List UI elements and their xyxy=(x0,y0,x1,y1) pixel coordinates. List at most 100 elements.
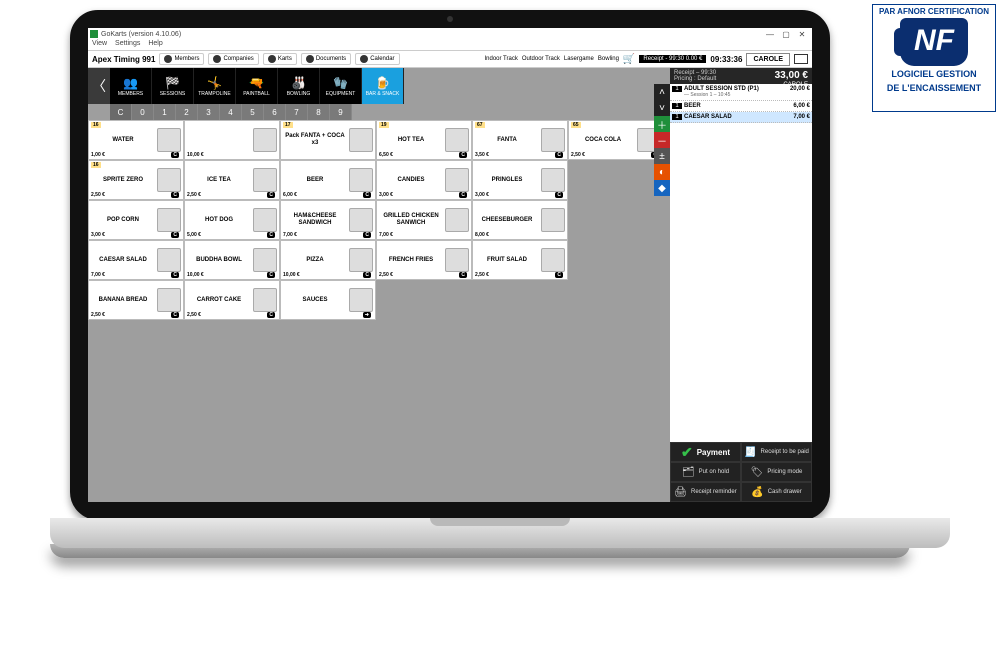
line-down-icon[interactable]: ˅ xyxy=(654,100,670,116)
category-bowling[interactable]: 🎳BOWLING xyxy=(278,68,320,104)
category-paintball[interactable]: 🔫PAINTBALL xyxy=(236,68,278,104)
line-add-icon[interactable]: ＋ xyxy=(654,116,670,132)
product-tile[interactable]: PIZZA10,00 €C xyxy=(280,240,376,280)
product-tile[interactable]: 19HOT TEA6,50 €C xyxy=(376,120,472,160)
receipt-line[interactable]: 1BEER6,00 € xyxy=(670,101,812,112)
product-tile[interactable]: CARROT CAKE2,50 €C xyxy=(184,280,280,320)
numpad-9[interactable]: 9 xyxy=(330,104,352,120)
tile-name: CHEESEBURGER xyxy=(473,217,541,224)
category-icon: 🧤 xyxy=(333,76,348,90)
product-tile[interactable]: GRILLED CHICKEN SANWICH7,00 € xyxy=(376,200,472,240)
numpad-5[interactable]: 5 xyxy=(242,104,264,120)
numpad-2[interactable]: 2 xyxy=(176,104,198,120)
category-equipment[interactable]: 🧤EQUIPMENT xyxy=(320,68,362,104)
payment-button[interactable]: ✔Payment xyxy=(670,442,741,462)
product-tile[interactable]: HOT DOG5,00 €C xyxy=(184,200,280,240)
receipt-icon: 🧾 xyxy=(744,447,756,458)
put-on-hold-button[interactable]: 🗂Put on hold xyxy=(670,462,741,482)
numpad-4[interactable]: 4 xyxy=(220,104,242,120)
tile-price: 1,00 € xyxy=(91,152,105,158)
category-icon: 🔫 xyxy=(249,76,264,90)
line-split-icon[interactable]: ± xyxy=(654,148,670,164)
product-tile[interactable]: CHEESEBURGER8,00 € xyxy=(472,200,568,240)
product-tile[interactable]: ICE TEA2,50 €C xyxy=(184,160,280,200)
menu-settings[interactable]: Settings xyxy=(115,40,140,50)
tile-name: HOT DOG xyxy=(185,217,253,224)
tb-members[interactable]: Members xyxy=(159,53,204,65)
product-tile[interactable]: HAM&CHEESE SANDWICH7,00 €C xyxy=(280,200,376,240)
tile-name: PIZZA xyxy=(281,257,349,264)
numpad-C[interactable]: C xyxy=(110,104,132,120)
numpad-3[interactable]: 3 xyxy=(198,104,220,120)
receipt-chip[interactable]: Receipt - 99:30 0.00 € xyxy=(639,55,706,63)
cart-icon[interactable]: 🛒 xyxy=(623,54,635,65)
tile-price: 2,50 € xyxy=(475,272,489,278)
track-indoor[interactable]: Indoor Track xyxy=(484,56,517,62)
product-tile[interactable]: CAESAR SALAD7,00 €C xyxy=(88,240,184,280)
product-tile[interactable]: BANANA BREAD2,50 €C xyxy=(88,280,184,320)
product-tile[interactable]: FRUIT SALAD2,50 €C xyxy=(472,240,568,280)
line-up-icon[interactable]: ˄ xyxy=(654,84,670,100)
tb-companies[interactable]: Companies xyxy=(208,53,258,65)
tile-stock: C xyxy=(459,192,467,198)
receipt-to-paid-button[interactable]: 🧾Receipt to be paid xyxy=(741,442,812,462)
drawer-icon: 💰 xyxy=(751,487,763,498)
category-icon: 🤸 xyxy=(207,76,222,90)
window-minimize[interactable]: — xyxy=(762,30,778,39)
category-members[interactable]: 👥MEMBERS xyxy=(110,68,152,104)
product-tile[interactable]: 67FANTA3,50 €C xyxy=(472,120,568,160)
product-tile[interactable]: FRENCH FRIES2,50 €C xyxy=(376,240,472,280)
window-close[interactable]: ✕ xyxy=(794,30,810,39)
category-bar-snack[interactable]: 🍺BAR & SNACK xyxy=(362,68,404,104)
menu-help[interactable]: Help xyxy=(148,40,162,50)
product-tile[interactable]: CANDIES3,00 €C xyxy=(376,160,472,200)
numpad-8[interactable]: 8 xyxy=(308,104,330,120)
app-icon xyxy=(90,30,98,38)
tile-price: 6,00 € xyxy=(283,192,297,198)
tile-image xyxy=(157,168,181,192)
tile-image xyxy=(157,208,181,232)
tile-image xyxy=(253,248,277,272)
menu-view[interactable]: View xyxy=(92,40,107,50)
numpad-6[interactable]: 6 xyxy=(264,104,286,120)
numpad-1[interactable]: 1 xyxy=(154,104,176,120)
product-tile[interactable]: SAUCES➜ xyxy=(280,280,376,320)
numpad-0[interactable]: 0 xyxy=(132,104,154,120)
receipt-reminder-button[interactable]: 🖨Receipt reminder xyxy=(670,482,741,502)
tb-calendar[interactable]: Calendar xyxy=(355,53,399,65)
track-laser[interactable]: Lasergame xyxy=(564,56,594,62)
product-tile[interactable]: POP CORN3,00 €C xyxy=(88,200,184,240)
window-maximize[interactable]: ▢ xyxy=(778,30,794,39)
receipt-line[interactable]: 1ADULT SESSION STD (P1)— Session 1 – 10:… xyxy=(670,84,812,101)
category-trampoline[interactable]: 🤸TRAMPOLINE xyxy=(194,68,236,104)
tile-image xyxy=(541,128,565,152)
track-bowling[interactable]: Bowling xyxy=(598,56,619,62)
line-clock-icon[interactable]: ◐ xyxy=(654,164,670,180)
product-tile[interactable]: 16SPRITE ZERO2,50 €C xyxy=(88,160,184,200)
tile-image xyxy=(445,128,469,152)
camera-dot xyxy=(447,16,453,22)
cash-drawer-button[interactable]: 💰Cash drawer xyxy=(741,482,812,502)
track-outdoor[interactable]: Outdoor Track xyxy=(522,56,560,62)
mail-icon[interactable] xyxy=(794,54,808,64)
category-sessions[interactable]: 🏁SESSIONS xyxy=(152,68,194,104)
line-label: ADULT SESSION STD (P1)— Session 1 – 10:4… xyxy=(684,86,788,98)
tb-karts[interactable]: Karts xyxy=(263,53,297,65)
receipt-line[interactable]: 1CAESAR SALAD7,00 € xyxy=(670,112,812,123)
tile-image xyxy=(445,168,469,192)
pricing-mode-button[interactable]: 🏷Pricing mode xyxy=(741,462,812,482)
product-tile[interactable]: BEER6,00 €C xyxy=(280,160,376,200)
product-tile[interactable]: 65COCA COLA2,50 €C xyxy=(568,120,664,160)
cat-prev[interactable]: 〈 xyxy=(88,68,110,104)
tb-documents[interactable]: Documents xyxy=(301,53,351,65)
line-tag-icon[interactable]: ◆ xyxy=(654,180,670,196)
operator-button[interactable]: CAROLE xyxy=(746,53,790,66)
product-tile[interactable]: 16WATER1,00 €C xyxy=(88,120,184,160)
product-tile[interactable]: PRINGLES3,00 €C xyxy=(472,160,568,200)
line-remove-icon[interactable]: － xyxy=(654,132,670,148)
tile-image xyxy=(253,168,277,192)
numpad-7[interactable]: 7 xyxy=(286,104,308,120)
product-tile[interactable]: 17Pack FANTA + COCA x3 xyxy=(280,120,376,160)
product-tile[interactable]: 10,00 € xyxy=(184,120,280,160)
product-tile[interactable]: BUDDHA BOWL10,00 €C xyxy=(184,240,280,280)
